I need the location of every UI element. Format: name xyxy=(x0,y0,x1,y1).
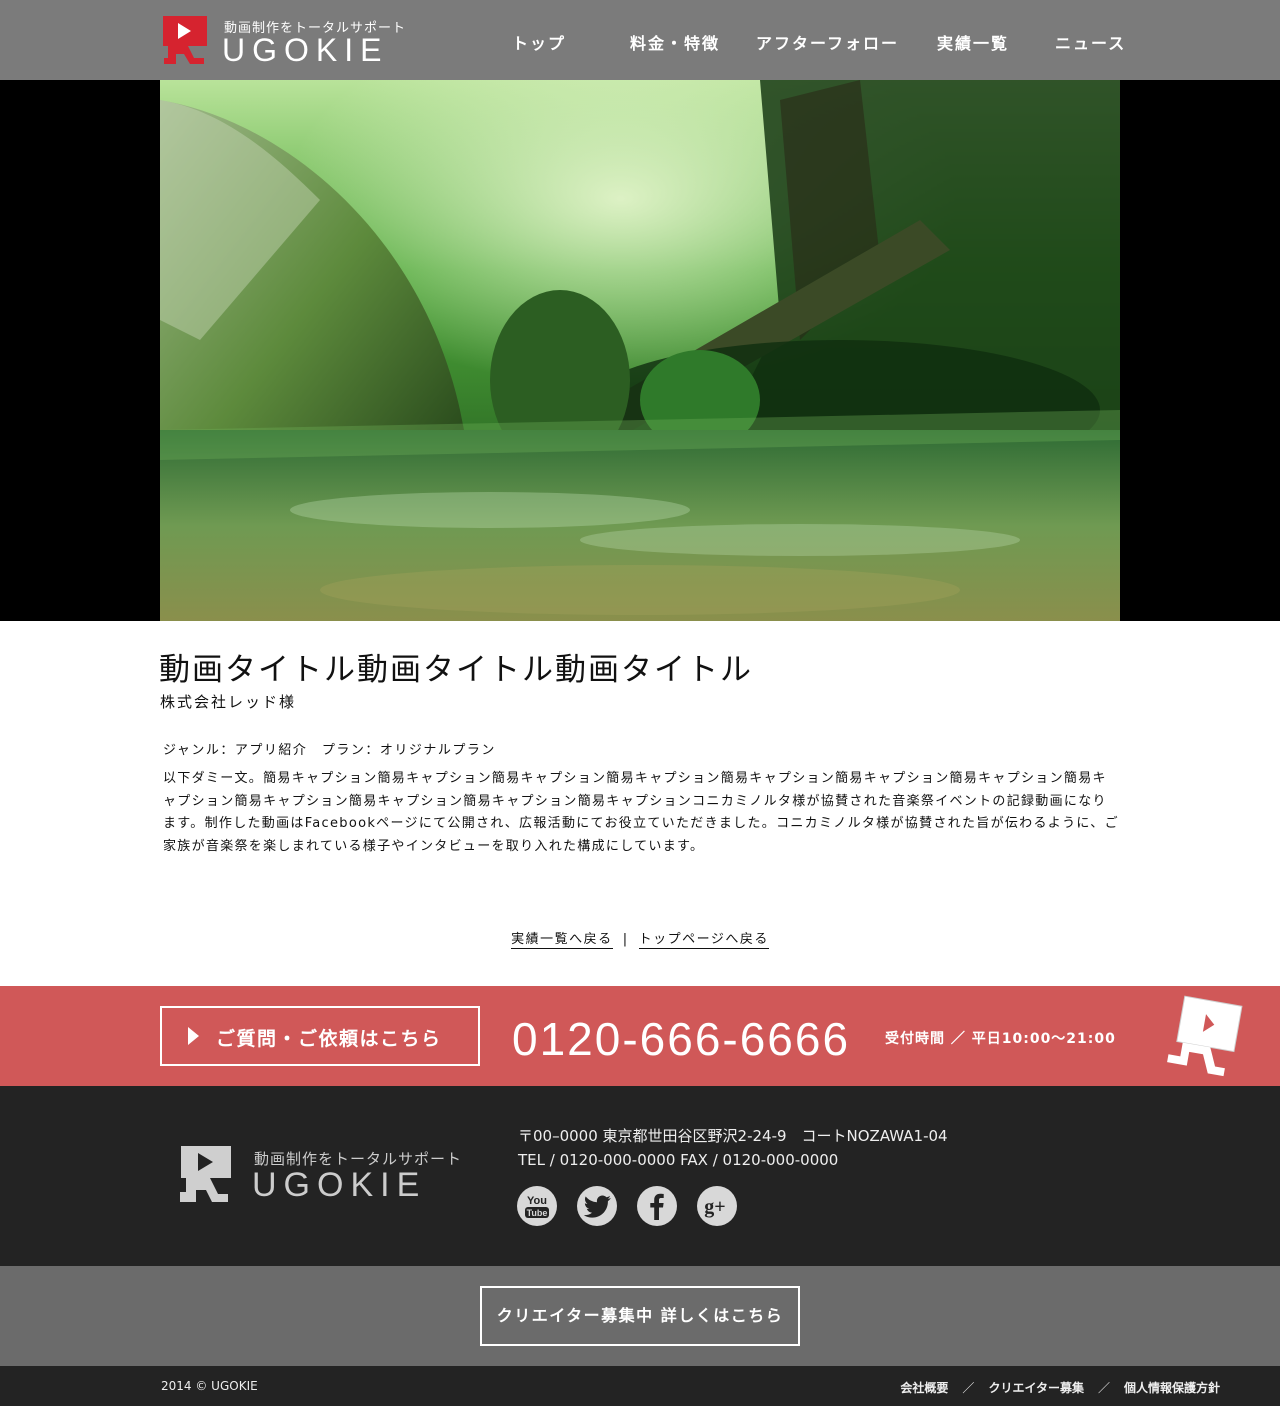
bottom-bar: 2014 © UGOKIE 会社概要 ／ クリエイター募集 ／ 個人情報保護方針 xyxy=(0,1366,1280,1406)
youtube-icon[interactable]: You Tube xyxy=(517,1186,557,1226)
client-name: 株式会社レッド様 xyxy=(160,693,297,711)
play-arrow-icon xyxy=(188,1027,199,1045)
site-header: 動画制作をトータルサポート UGOKIE トップ 料金・特徴 アフターフォロー … xyxy=(0,0,1280,80)
logo-wordmark: UGOKIE xyxy=(222,32,389,68)
facebook-icon[interactable] xyxy=(637,1186,677,1226)
company-address: 〒00–0000 東京都世田谷区野沢2-24-9 コートNOZAWA1-04 T… xyxy=(518,1124,948,1172)
creator-recruit-link[interactable]: クリエイター募集 xyxy=(988,1381,1084,1395)
video-title: 動画タイトル動画タイトル動画タイトル xyxy=(159,652,753,688)
link-separator: ／ xyxy=(962,1381,975,1395)
video-description: 以下ダミー文。簡易キャプション簡易キャプション簡易キャプション簡易キャプション簡… xyxy=(163,771,1119,854)
ugokie-mascot-icon xyxy=(180,1146,231,1202)
twitter-icon[interactable] xyxy=(577,1186,617,1226)
site-footer: 動画制作をトータルサポート UGOKIE 〒00–0000 東京都世田谷区野沢2… xyxy=(0,1086,1280,1266)
hero-area xyxy=(0,80,1280,621)
creator-band: クリエイター募集中 詳しくはこちら xyxy=(0,1266,1280,1366)
business-hours: 受付時間 ／ 平日10:00〜21:00 xyxy=(885,1031,1116,1047)
mascot-icon xyxy=(1167,995,1243,1077)
ugokie-mascot-icon xyxy=(163,16,207,64)
svg-text:g+: g+ xyxy=(704,1196,725,1218)
back-to-top-link[interactable]: トップページへ戻る xyxy=(638,932,769,949)
link-separator: | xyxy=(622,932,629,947)
svg-text:Tube: Tube xyxy=(527,1208,548,1218)
video-thumbnail[interactable] xyxy=(160,80,1120,621)
footer-links: 会社概要 ／ クリエイター募集 ／ 個人情報保護方針 xyxy=(900,1379,1220,1396)
main-nav: トップ 料金・特徴 アフターフォロー 実績一覧 ニュース xyxy=(480,0,1160,80)
nav-item-news[interactable]: ニュース xyxy=(1055,30,1126,54)
svg-text:You: You xyxy=(527,1195,547,1207)
copyright: 2014 © UGOKIE xyxy=(161,1379,258,1393)
google-plus-icon[interactable]: g+ xyxy=(697,1186,737,1226)
phone-number: 0120-666-6666 xyxy=(512,1013,851,1065)
company-profile-link[interactable]: 会社概要 xyxy=(900,1381,948,1395)
site-logo[interactable]: 動画制作をトータルサポート UGOKIE xyxy=(160,12,410,68)
footer-logo[interactable]: 動画制作をトータルサポート UGOKIE xyxy=(178,1144,478,1208)
tel-fax-line: TEL / 0120-000-0000 FAX / 0120-000-0000 xyxy=(518,1151,839,1169)
inquiry-button-label: ご質問・ご依頼はこちら xyxy=(216,1028,442,1050)
nav-item-pricing[interactable]: 料金・特徴 xyxy=(630,30,720,54)
nav-item-works[interactable]: 実績一覧 xyxy=(937,30,1009,54)
genre-plan-info: ジャンル：アプリ紹介 プラン：オリジナルプラン xyxy=(163,743,496,758)
nav-item-after-follow[interactable]: アフターフォロー xyxy=(756,30,899,54)
link-separator: ／ xyxy=(1097,1381,1110,1395)
footer-logo-wordmark: UGOKIE xyxy=(252,1166,427,1204)
privacy-policy-link[interactable]: 個人情報保護方針 xyxy=(1124,1381,1220,1395)
back-links: 実績一覧へ戻る | トップページへ戻る xyxy=(0,928,1280,949)
back-to-works-link[interactable]: 実績一覧へ戻る xyxy=(511,932,613,949)
contact-band: ご質問・ご依頼はこちら 0120-666-6666 受付時間 ／ 平日10:00… xyxy=(0,986,1280,1086)
creator-recruit-button[interactable]: クリエイター募集中 詳しくはこちら xyxy=(480,1286,800,1346)
inquiry-button[interactable]: ご質問・ご依頼はこちら xyxy=(160,1006,480,1066)
address-line: 〒00–0000 東京都世田谷区野沢2-24-9 コートNOZAWA1-04 xyxy=(518,1127,948,1145)
nav-item-top[interactable]: トップ xyxy=(512,30,566,54)
